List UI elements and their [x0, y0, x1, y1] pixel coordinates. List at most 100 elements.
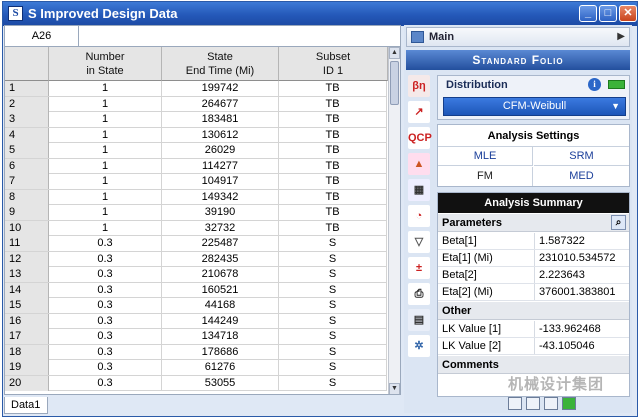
row-number[interactable]: 12	[5, 251, 49, 267]
cell-number-in-state[interactable]: 1	[49, 174, 162, 189]
cell-end-time[interactable]: 160521	[162, 282, 279, 298]
row-number[interactable]: 8	[5, 189, 49, 205]
cell-number-in-state[interactable]: 0.3	[49, 313, 162, 329]
row-number[interactable]: 14	[5, 282, 49, 298]
table-row[interactable]: 12 0.3 282435 S	[5, 251, 387, 267]
row-number[interactable]: 9	[5, 205, 49, 220]
cell-end-time[interactable]: 39190	[162, 205, 279, 220]
cell-end-time[interactable]: 178686	[162, 344, 279, 360]
cell-end-time[interactable]: 225487	[162, 236, 279, 251]
cell-number-in-state[interactable]: 1	[49, 112, 162, 127]
minimize-button[interactable]: _	[579, 5, 597, 22]
corner-header[interactable]	[5, 47, 49, 81]
table-row[interactable]: 16 0.3 144249 S	[5, 313, 387, 329]
cell-number-in-state[interactable]: 1	[49, 220, 162, 236]
row-number[interactable]: 18	[5, 344, 49, 360]
cell-subset-id[interactable]: S	[279, 329, 387, 344]
cell-subset-id[interactable]: S	[279, 236, 387, 251]
cell-subset-id[interactable]: S	[279, 360, 387, 375]
gauge-icon[interactable]: ◔	[408, 205, 430, 227]
cell-end-time[interactable]: 26029	[162, 143, 279, 158]
row-number[interactable]: 19	[5, 360, 49, 375]
row-number[interactable]: 13	[5, 267, 49, 282]
table-row[interactable]: 11 0.3 225487 S	[5, 236, 387, 252]
table-row[interactable]: 18 0.3 178686 S	[5, 344, 387, 360]
cell-end-time[interactable]: 199742	[162, 81, 279, 96]
table-row[interactable]: 2 1 264677 TB	[5, 96, 387, 112]
table-row[interactable]: 14 0.3 160521 S	[5, 282, 387, 298]
cell-number-in-state[interactable]: 0.3	[49, 267, 162, 282]
main-header[interactable]: Main ▶	[406, 27, 630, 47]
cell-number-in-state[interactable]: 1	[49, 81, 162, 96]
run-icon[interactable]	[562, 397, 576, 410]
setting-med[interactable]: MED	[534, 167, 629, 186]
cell-end-time[interactable]: 61276	[162, 360, 279, 375]
cell-number-in-state[interactable]: 1	[49, 158, 162, 174]
cell-end-time[interactable]: 282435	[162, 251, 279, 267]
row-number[interactable]: 20	[5, 375, 49, 391]
scroll-down-icon[interactable]: ▼	[389, 383, 400, 394]
cell-number-in-state[interactable]: 0.3	[49, 298, 162, 313]
cell-subset-id[interactable]: TB	[279, 189, 387, 205]
cell-end-time[interactable]: 149342	[162, 189, 279, 205]
cell-end-time[interactable]: 44168	[162, 298, 279, 313]
table-row[interactable]: 8 1 149342 TB	[5, 189, 387, 205]
cell-end-time[interactable]: 114277	[162, 158, 279, 174]
cell-subset-id[interactable]: TB	[279, 112, 387, 127]
row-number[interactable]: 15	[5, 298, 49, 313]
cell-subset-id[interactable]: TB	[279, 174, 387, 189]
row-number[interactable]: 6	[5, 158, 49, 174]
distribution-select[interactable]: CFM-Weibull ▼	[443, 97, 626, 116]
setting-srm[interactable]: SRM	[534, 147, 629, 166]
cell-subset-id[interactable]: S	[279, 298, 387, 313]
row-number[interactable]: 10	[5, 220, 49, 236]
cell-number-in-state[interactable]: 0.3	[49, 329, 162, 344]
cell-subset-id[interactable]: S	[279, 375, 387, 391]
probability-plot-icon[interactable]: ↗	[408, 101, 430, 123]
info-icon[interactable]: i	[588, 78, 601, 91]
cell-end-time[interactable]: 264677	[162, 96, 279, 112]
cell-number-in-state[interactable]: 0.3	[49, 251, 162, 267]
setting-mle[interactable]: MLE	[438, 147, 533, 166]
plot-icon[interactable]	[526, 397, 540, 410]
column-header-state-end-time[interactable]: State End Time (Mi)	[162, 47, 279, 81]
settings-icon[interactable]: ✲	[408, 335, 430, 357]
row-number[interactable]: 1	[5, 81, 49, 96]
cell-number-in-state[interactable]: 1	[49, 205, 162, 220]
table-row[interactable]: 6 1 114277 TB	[5, 158, 387, 174]
cell-reference-box[interactable]: A26	[5, 26, 79, 46]
scroll-thumb[interactable]	[390, 61, 399, 105]
cell-end-time[interactable]: 144249	[162, 313, 279, 329]
table-row[interactable]: 5 1 26029 TB	[5, 143, 387, 159]
table-row[interactable]: 15 0.3 44168 S	[5, 298, 387, 314]
report-icon[interactable]	[544, 397, 558, 410]
chevron-right-icon[interactable]: ▶	[617, 31, 625, 42]
cell-subset-id[interactable]: S	[279, 251, 387, 267]
cell-end-time[interactable]: 53055	[162, 375, 279, 391]
cell-subset-id[interactable]: TB	[279, 96, 387, 112]
warning-icon[interactable]: ▲	[408, 153, 430, 175]
table-row[interactable]: 17 0.3 134718 S	[5, 329, 387, 345]
cell-number-in-state[interactable]: 0.3	[49, 236, 162, 251]
filter-icon[interactable]: ▽	[408, 231, 430, 253]
row-number[interactable]: 17	[5, 329, 49, 344]
cell-subset-id[interactable]: S	[279, 344, 387, 360]
row-number[interactable]: 3	[5, 112, 49, 127]
scroll-up-icon[interactable]: ▲	[389, 47, 400, 59]
table-row[interactable]: 19 0.3 61276 S	[5, 360, 387, 376]
table-row[interactable]: 20 0.3 53055 S	[5, 375, 387, 391]
cell-subset-id[interactable]: TB	[279, 205, 387, 220]
table-row[interactable]: 4 1 130612 TB	[5, 127, 387, 143]
table-row[interactable]: 9 1 39190 TB	[5, 205, 387, 221]
cell-number-in-state[interactable]: 1	[49, 143, 162, 158]
table-icon[interactable]: ▦	[408, 179, 430, 201]
maximize-button[interactable]: □	[599, 5, 617, 22]
print-icon[interactable]: ⎙	[408, 283, 430, 305]
row-number[interactable]: 16	[5, 313, 49, 329]
cell-subset-id[interactable]: S	[279, 282, 387, 298]
export-icon[interactable]	[508, 397, 522, 410]
row-number[interactable]: 7	[5, 174, 49, 189]
cell-subset-id[interactable]: TB	[279, 220, 387, 236]
cell-number-in-state[interactable]: 0.3	[49, 344, 162, 360]
title-bar[interactable]: S S Improved Design Data _ □ ✕	[3, 2, 637, 26]
